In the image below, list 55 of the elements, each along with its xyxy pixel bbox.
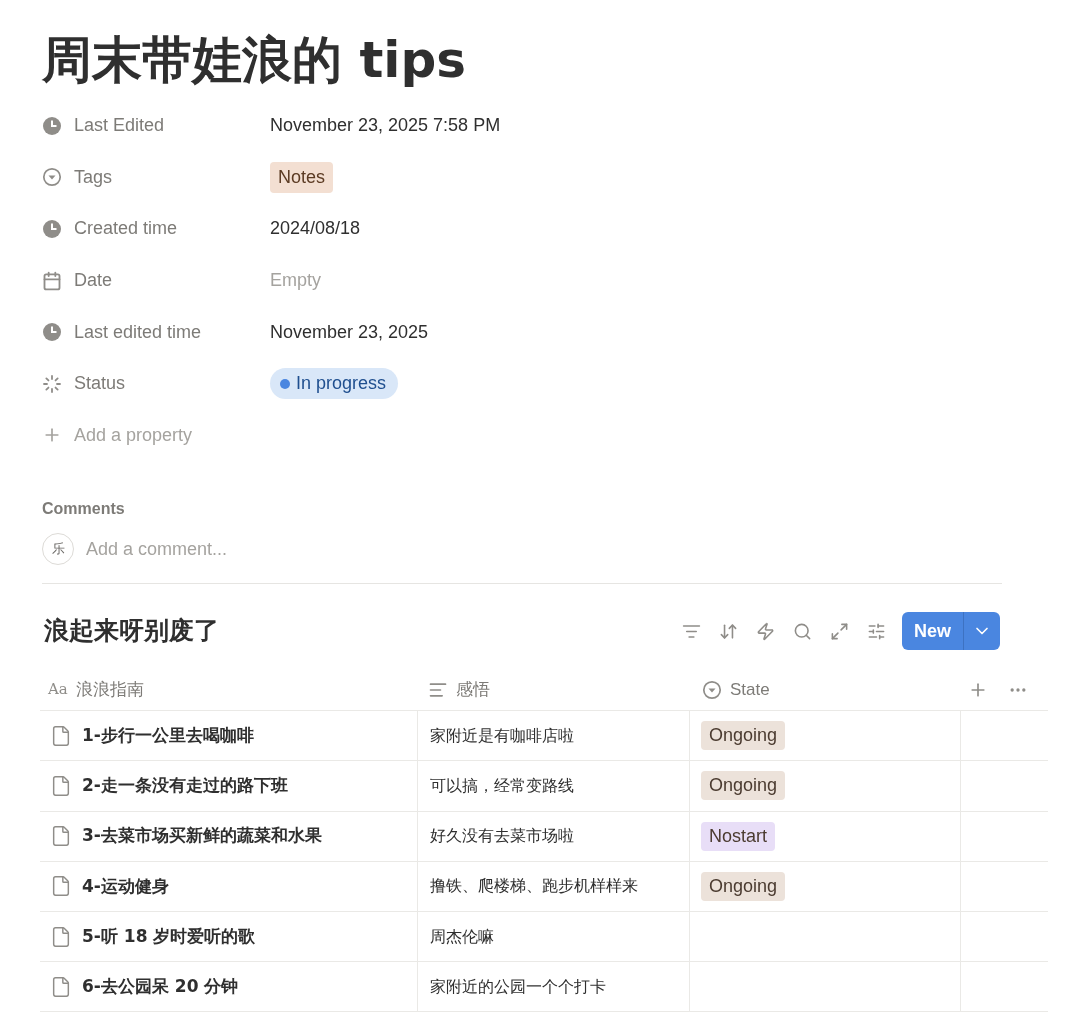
page-icon [50, 875, 72, 898]
calendar-icon [42, 270, 62, 291]
table-cell-text: 家附近是有咖啡店啦 [430, 724, 574, 747]
page-icon [50, 724, 72, 747]
row-title[interactable]: 6-去公园呆 20 分钟 [82, 973, 239, 1000]
dropdown-circle-icon [702, 679, 722, 700]
comment-input-field[interactable]: Add a comment... [86, 535, 1002, 563]
property-value: November 23, 2025 7:58 PM [270, 114, 501, 138]
table-cell-text: 家附近的公园一个个打卡 [430, 975, 606, 998]
property-label[interactable]: Last edited time [74, 318, 202, 346]
page-icon [50, 825, 72, 848]
property-label[interactable]: Created time [74, 215, 178, 243]
tag-label[interactable]: Notes [270, 161, 334, 193]
state-tag[interactable]: Ongoing [701, 771, 786, 801]
column-header[interactable]: 浪浪指南 [75, 676, 144, 703]
clock-icon [42, 115, 62, 136]
table-cell-text: 好久没有去菜市场啦 [430, 825, 574, 848]
page-icon [50, 925, 72, 948]
clock-icon [42, 322, 62, 343]
state-tag[interactable]: Ongoing [701, 721, 786, 751]
database-title: 浪起来呀别废了 [44, 615, 220, 648]
column-header[interactable]: 感悟 [456, 676, 490, 703]
property-label[interactable]: Last Edited [74, 112, 165, 140]
row-title[interactable]: 1-步行一公里去喝咖啡 [82, 723, 254, 749]
page-icon [50, 774, 72, 797]
property-label[interactable]: Status [74, 370, 126, 398]
table-cell-text: 可以搞，经常变路线 [430, 774, 574, 797]
lightning-icon[interactable] [756, 621, 775, 641]
text-type-icon: Aa [48, 678, 68, 701]
sort-icon[interactable] [719, 621, 738, 641]
comments-heading: Comments [42, 499, 126, 520]
search-icon[interactable] [793, 621, 812, 641]
state-tag[interactable]: Nostart [701, 821, 776, 851]
row-title[interactable]: 4-运动健身 [82, 873, 169, 900]
spinner-icon [42, 373, 62, 394]
row-title[interactable]: 5-听 18 岁时爱听的歌 [82, 923, 256, 950]
empty-value: Empty [270, 269, 321, 293]
property-value: 2024/08/18 [270, 217, 361, 241]
property-label[interactable]: Date [74, 267, 113, 295]
table-cell-text: 撸铁、爬楼梯、跑步机样样来 [430, 875, 638, 898]
sliders-icon[interactable] [867, 621, 886, 641]
status-pill[interactable]: In progress [270, 368, 399, 400]
row-title[interactable]: 2-走一条没有走过的路下班 [82, 773, 288, 799]
page-icon [50, 975, 72, 998]
new-button[interactable]: New [902, 612, 1000, 651]
expand-icon[interactable] [830, 621, 849, 641]
dropdown-circle-icon [42, 167, 62, 188]
state-tag[interactable]: Ongoing [701, 871, 786, 901]
property-label[interactable]: Tags [74, 163, 113, 191]
page-title: 周末带娃浪的 tips [42, 30, 467, 90]
column-header[interactable]: State [730, 676, 770, 703]
clock-icon [42, 219, 62, 239]
property-value: November 23, 2025 [270, 320, 429, 344]
table-cell-text: 周杰伦嘛 [430, 925, 494, 948]
row-title[interactable]: 3-去菜市场买新鲜的蔬菜和水果 [82, 823, 322, 849]
